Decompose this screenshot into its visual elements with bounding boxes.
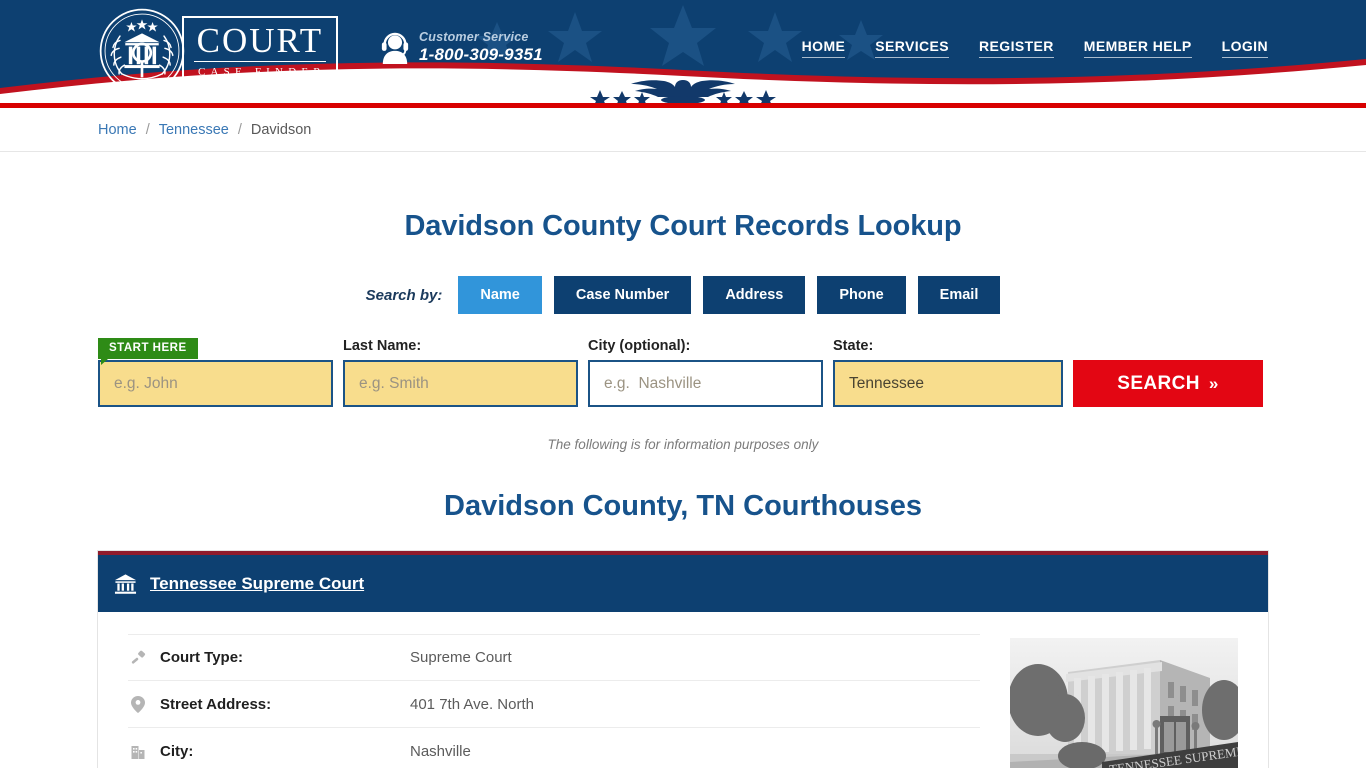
- search-button[interactable]: SEARCH »: [1073, 360, 1263, 407]
- tab-phone[interactable]: Phone: [817, 276, 906, 314]
- headset-support-icon: [381, 32, 409, 64]
- courthouse-details: Court Type: Supreme Court Street Address…: [128, 634, 1010, 768]
- breadcrumb-separator: /: [237, 121, 242, 138]
- detail-row-street-address: Street Address: 401 7th Ave. North: [128, 681, 980, 728]
- city-field-group: City (optional):: [588, 338, 823, 407]
- customer-service-label: Customer Service: [419, 30, 529, 44]
- logo-main-text: COURT: [194, 23, 326, 62]
- page-title: Davidson County Court Records Lookup: [404, 210, 962, 242]
- info-note: The following is for information purpose…: [547, 437, 819, 452]
- last-name-field-group: Last Name:: [343, 338, 578, 407]
- last-name-label: Last Name:: [343, 338, 422, 354]
- breadcrumb-item-davidson: Davidson: [250, 121, 312, 138]
- chevron-right-icon: »: [1208, 373, 1219, 393]
- state-input[interactable]: [833, 360, 1063, 407]
- courthouse-name-link[interactable]: Tennessee Supreme Court: [150, 574, 364, 594]
- detail-label: City:: [160, 742, 194, 760]
- map-pin-icon: [128, 695, 148, 713]
- detail-label: Street Address:: [160, 695, 272, 713]
- logo-sub-text: CASE FINDER: [198, 66, 326, 78]
- nav-link-member-help[interactable]: MEMBER HELP: [1083, 38, 1192, 58]
- customer-service-phone[interactable]: 1-800-309-9351: [419, 45, 543, 65]
- detail-value: Supreme Court: [410, 649, 512, 666]
- breadcrumb-item-tennessee[interactable]: Tennessee: [159, 122, 229, 138]
- search-by-label: Search by:: [365, 286, 443, 304]
- site-logo[interactable]: COURT CASE FINDER: [98, 7, 348, 95]
- city-input[interactable]: [588, 360, 823, 407]
- city-label: City (optional):: [588, 338, 691, 354]
- main-navigation: HOME SERVICES REGISTER MEMBER HELP LOGIN: [801, 38, 1268, 58]
- logo-wordmark: COURT CASE FINDER: [182, 16, 338, 86]
- courthouse-photo-image: TENNESSEE SUPREME COURT: [1010, 638, 1238, 768]
- detail-row-court-type: Court Type: Supreme Court: [128, 634, 980, 681]
- tab-address[interactable]: Address: [703, 276, 806, 314]
- tab-case-number[interactable]: Case Number: [553, 276, 692, 314]
- city-building-icon: [128, 743, 148, 759]
- breadcrumb-item-home[interactable]: Home: [98, 122, 137, 138]
- search-button-label: SEARCH: [1117, 372, 1200, 394]
- courthouse-photo: TENNESSEE SUPREME COURT: [1010, 638, 1238, 768]
- detail-value: Nashville: [410, 742, 471, 760]
- site-header: COURT CASE FINDER Customer Service 1-800…: [0, 0, 1366, 103]
- nav-link-home[interactable]: HOME: [801, 38, 846, 58]
- breadcrumb: Home / Tennessee / Davidson: [0, 108, 1366, 152]
- detail-value: 401 7th Ave. North: [410, 695, 534, 713]
- breadcrumb-separator: /: [145, 121, 150, 138]
- nav-link-services[interactable]: SERVICES: [875, 38, 950, 58]
- nav-link-login[interactable]: LOGIN: [1221, 38, 1268, 58]
- gavel-icon: [128, 650, 148, 666]
- detail-label: Court Type:: [160, 649, 244, 666]
- detail-row-city: City: Nashville: [128, 728, 980, 768]
- courthouse-card-header: Tennessee Supreme Court: [98, 555, 1268, 612]
- section-title: Davidson County, TN Courthouses: [444, 490, 922, 522]
- last-name-input[interactable]: [343, 360, 578, 407]
- customer-service-block: Customer Service 1-800-309-9351: [380, 30, 543, 65]
- start-here-badge: START HERE: [98, 338, 198, 365]
- nav-link-register[interactable]: REGISTER: [979, 38, 1054, 58]
- search-form: START HERE First Name: Last Name: City (…: [98, 338, 1268, 407]
- court-seal-icon: [99, 8, 185, 94]
- first-name-input[interactable]: [98, 360, 333, 407]
- courthouse-card: Tennessee Supreme Court Court Type: Supr: [98, 551, 1268, 768]
- tab-name[interactable]: Name: [458, 276, 542, 314]
- state-field-group: State:: [833, 338, 1063, 407]
- tab-email[interactable]: Email: [917, 276, 1001, 314]
- search-by-tabs: Search by: Name Case Number Address Phon…: [98, 276, 1268, 314]
- main-content: Davidson County Court Records Lookup Sea…: [98, 210, 1268, 768]
- bank-building-icon: [114, 573, 137, 594]
- state-label: State:: [833, 338, 874, 354]
